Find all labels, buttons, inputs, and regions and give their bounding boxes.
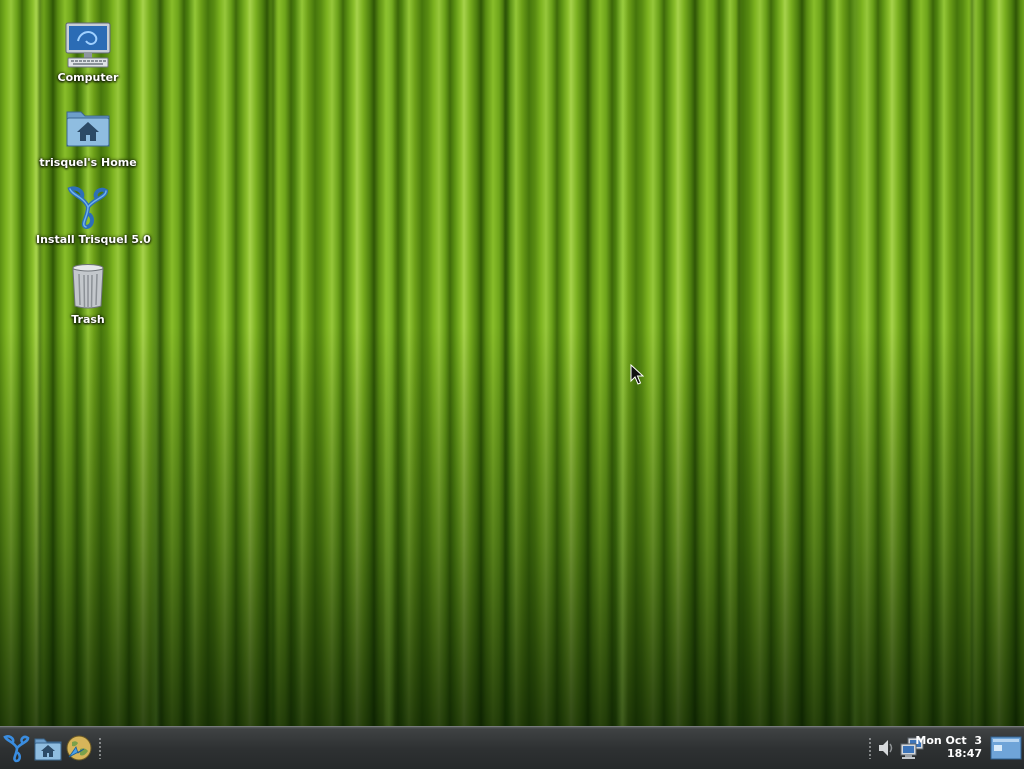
panel-drag-handle[interactable]	[868, 737, 872, 759]
volume-icon[interactable]	[876, 733, 896, 763]
desktop-icon-label: Computer	[57, 71, 119, 84]
mouse-cursor-icon	[630, 363, 645, 390]
home-folder-icon	[64, 106, 112, 154]
desktop-icon-computer[interactable]: Computer	[36, 21, 140, 84]
web-browser-icon[interactable]	[64, 733, 94, 763]
clock[interactable]: Mon Oct 3 18:47	[915, 734, 982, 760]
computer-icon	[64, 21, 112, 69]
show-desktop-icon[interactable]	[990, 733, 1022, 763]
desktop-icon-label: Install Trisquel 5.0	[36, 233, 151, 246]
desktop-wallpaper: Computer trisquel's Home Install Trisque…	[0, 0, 1024, 726]
desktop-icon-label: Trash	[71, 313, 105, 326]
trisquel-installer-icon	[64, 183, 112, 231]
desktop-icon-trash[interactable]: Trash	[36, 263, 140, 326]
panel-drag-handle[interactable]	[98, 737, 102, 759]
desktop-icon-install-trisquel[interactable]: Install Trisquel 5.0	[36, 183, 151, 246]
clock-time: 18:47	[946, 747, 982, 760]
bottom-panel: Mon Oct 3 18:47	[0, 726, 1024, 769]
clock-date: Mon Oct 3	[915, 734, 982, 747]
desktop-icon-home[interactable]: trisquel's Home	[36, 106, 140, 169]
trisquel-menu-icon[interactable]	[2, 733, 32, 763]
trash-icon	[64, 263, 112, 311]
desktop-icon-label: trisquel's Home	[39, 156, 137, 169]
home-folder-icon[interactable]	[33, 733, 63, 763]
